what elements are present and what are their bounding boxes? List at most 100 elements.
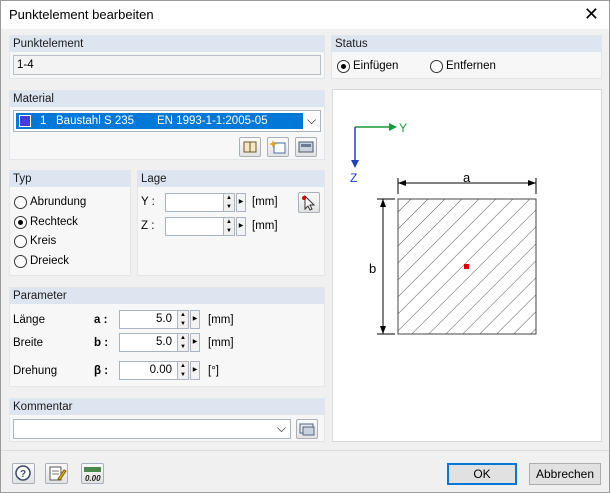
material-group: Material 1 Baustahl S 235 EN 1993-1-1:20… [9,90,325,160]
typ-kreis-radio[interactable] [14,235,27,248]
drehung-symbol: β : [94,365,109,377]
lage-z-label: Z : [141,220,155,232]
new-material-icon [269,140,286,154]
material-new-button[interactable] [267,137,289,157]
laenge-symbol: a : [94,314,108,326]
typ-abrundung-radio[interactable] [14,196,27,209]
material-norm: EN 1993-1-1:2005-05 [157,115,268,127]
status-header: Status [332,36,601,52]
chevron-down-icon[interactable]: ⌵ [307,113,316,128]
status-group: Status Einfügen Entfernen [331,35,602,79]
material-number: 1 [40,115,47,127]
lage-group: Lage Y : ▲ ▼ ▶ [mm] Z : ▲ ▼ ▶ [mm] [137,170,325,276]
drehung-value: 0.00 [149,364,172,376]
punktelement-header: Punktelement [10,36,324,52]
typ-dreieck-label: Dreieck [30,255,69,267]
punktelement-field[interactable]: 1-4 [13,55,321,75]
material-edit-button[interactable] [295,137,317,157]
lage-z-spinner[interactable]: ▲ ▼ [223,218,234,235]
breite-input[interactable]: 5.0 ▲ ▼ [119,333,189,352]
breite-value: 5.0 [156,336,172,348]
dim-b-label: b [369,261,376,276]
close-icon[interactable]: ✕ [584,4,599,24]
typ-abrundung-label: Abrundung [30,196,87,208]
kommentar-library-button[interactable] [296,419,318,439]
drehung-spinner[interactable]: ▲ ▼ [177,362,188,379]
cross-section-preview: Y Z a b [332,89,602,442]
book-icon [243,141,257,153]
typ-rechteck-radio[interactable] [14,216,27,229]
breite-unit: [mm] [208,337,234,349]
dim-a-arrow-right [528,180,536,186]
laenge-label: Länge [13,314,45,326]
laenge-spinner[interactable]: ▲ ▼ [177,311,188,328]
lage-y-spinner[interactable]: ▲ ▼ [223,194,234,211]
drehung-arrow-button[interactable]: ▶ [190,361,200,380]
y-axis-arrow [389,123,397,131]
edit-material-icon [298,141,314,153]
parameter-header: Parameter [10,288,324,304]
edit-notes-button[interactable] [45,463,68,484]
laenge-input[interactable]: 5.0 ▲ ▼ [119,310,189,329]
window-title: Punktelement bearbeiten [9,7,154,22]
typ-group: Typ Abrundung Rechteck Kreis Dreieck [9,170,131,276]
punktelement-value: 1-4 [17,59,34,71]
dialog-window: Punktelement bearbeiten ✕ Punktelement 1… [0,0,610,493]
material-select[interactable]: 1 Baustahl S 235 EN 1993-1-1:2005-05 ⌵ [13,110,321,132]
units-decimals-button[interactable]: 0.00 [81,463,104,484]
typ-kreis-label: Kreis [30,235,57,247]
breite-spinner[interactable]: ▲ ▼ [177,334,188,351]
help-button[interactable]: ? [12,463,35,484]
ok-button[interactable]: OK [447,463,517,485]
typ-header: Typ [10,171,130,187]
typ-dreieck-radio[interactable] [14,255,27,268]
lage-y-label: Y : [141,196,155,208]
footer-separator [1,450,609,451]
typ-rechteck-label: Rechteck [30,216,78,228]
parameter-group: Parameter Länge a : 5.0 ▲ ▼ ▶ [mm] Breite… [9,287,325,387]
lage-y-unit: [mm] [252,196,278,208]
punktelement-group: Punktelement 1-4 [9,35,325,79]
y-axis-label: Y [399,121,407,135]
help-icon: ? [15,465,31,481]
lage-header: Lage [138,171,324,187]
laenge-arrow-button[interactable]: ▶ [190,310,200,329]
lage-z-arrow-button[interactable]: ▶ [236,217,246,236]
svg-text:0.00: 0.00 [85,474,101,483]
lage-y-arrow-button[interactable]: ▶ [236,193,246,212]
status-entfernen-radio[interactable] [430,60,443,73]
lage-z-input[interactable]: ▲ ▼ [165,217,235,236]
breite-arrow-button[interactable]: ▶ [190,333,200,352]
edit-notes-icon [49,466,67,481]
material-library-button[interactable] [239,137,261,157]
drehung-input[interactable]: 0.00 ▲ ▼ [119,361,189,380]
laenge-value: 5.0 [156,313,172,325]
breite-symbol: b : [94,337,109,349]
pick-position-button[interactable] [298,192,320,213]
pick-pointer-icon [302,194,316,211]
dim-b-arrow-top [380,199,386,207]
cancel-button[interactable]: Abbrechen [529,463,601,485]
rectangle-diagram: Y Z a b [350,121,537,335]
status-entfernen-label: Entfernen [446,60,496,72]
drehung-label: Drehung [13,365,58,377]
title-bar: Punktelement bearbeiten ✕ [1,1,609,29]
units-decimals-icon: 0.00 [84,467,101,483]
laenge-unit: [mm] [208,314,234,326]
material-color-swatch [19,115,31,127]
kommentar-header: Kommentar [10,399,324,415]
dim-a-arrow-left [398,180,406,186]
kommentar-chevron-down-icon[interactable]: ⌵ [277,421,286,436]
drehung-unit: [°] [208,365,219,377]
kommentar-input[interactable]: ⌵ [13,419,291,439]
status-einfuegen-label: Einfügen [353,60,399,72]
breite-label: Breite [13,337,44,349]
center-point [464,264,469,269]
material-header: Material [10,91,324,107]
status-einfuegen-radio[interactable] [337,60,350,73]
lage-z-unit: [mm] [252,220,278,232]
material-name: Baustahl S 235 [56,115,135,127]
lage-y-input[interactable]: ▲ ▼ [165,193,235,212]
svg-text:?: ? [20,469,26,480]
dim-b-arrow-bottom [380,326,386,334]
